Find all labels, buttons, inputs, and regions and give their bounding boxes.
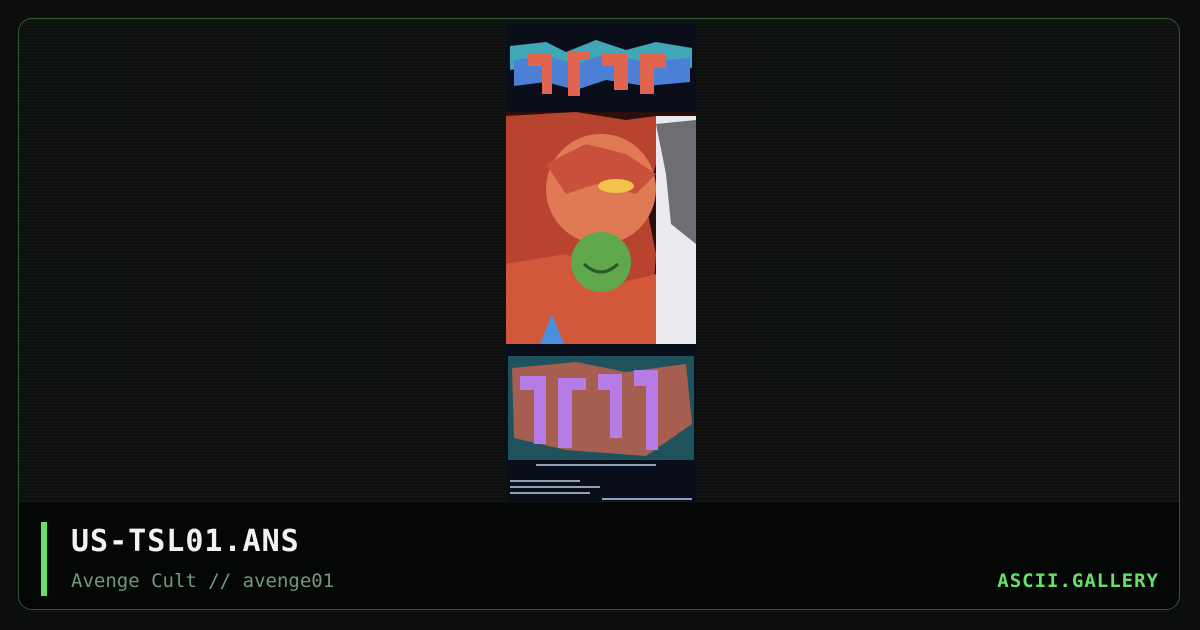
site-brand-link[interactable]: ASCII.GALLERY <box>997 570 1159 592</box>
ansi-artwork-image <box>506 24 696 500</box>
accent-bar <box>41 522 47 596</box>
artwork-group[interactable]: Avenge Cult <box>71 570 197 592</box>
subtitle-separator: // <box>208 570 232 592</box>
artwork-title: US-TSL01.ANS <box>71 524 300 559</box>
artwork-green-orb <box>571 232 631 292</box>
artwork-eye <box>598 179 634 193</box>
info-footer: US-TSL01.ANS Avenge Cult // avenge01 ASC… <box>19 501 1179 609</box>
artwork-subtitle: Avenge Cult // avenge01 <box>71 570 334 592</box>
preview-card: US-TSL01.ANS Avenge Cult // avenge01 ASC… <box>18 18 1180 610</box>
ansi-artwork-preview[interactable] <box>506 24 696 502</box>
artwork-credits <box>510 464 692 500</box>
artwork-pack[interactable]: avenge01 <box>243 570 335 592</box>
